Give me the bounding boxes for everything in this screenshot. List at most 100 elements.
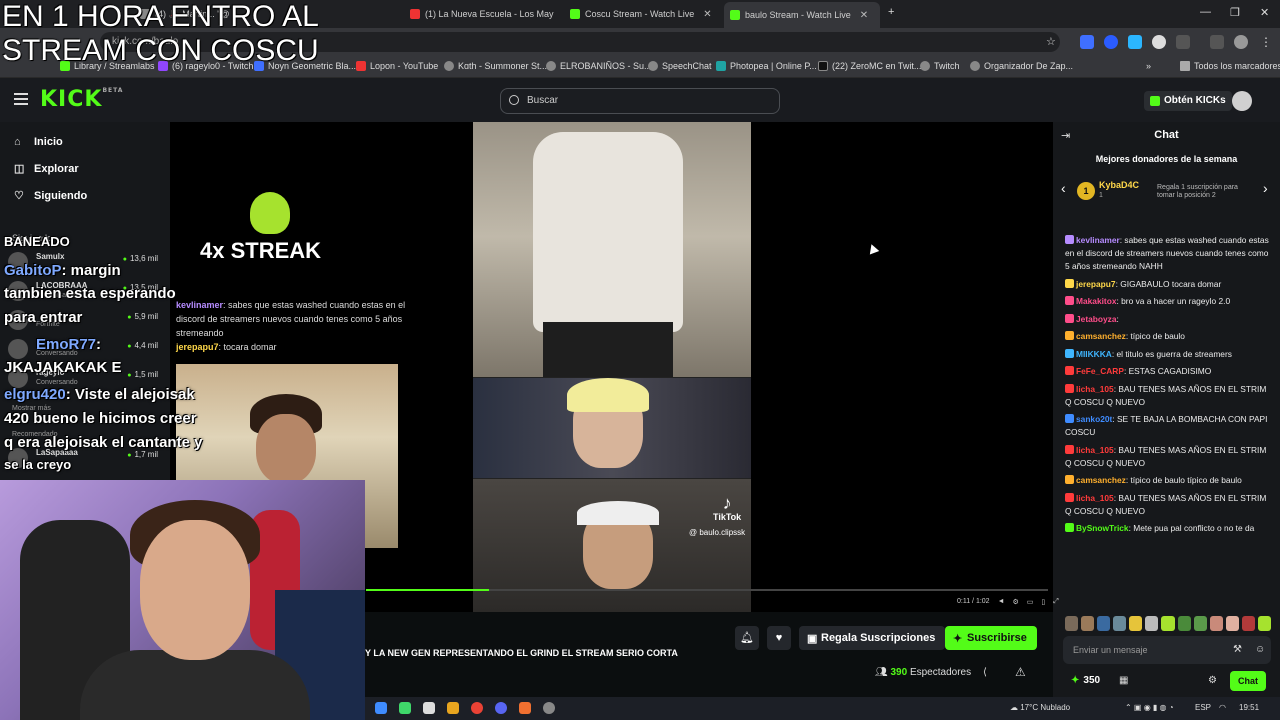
emote-picker-icon[interactable]: ⚒	[1233, 644, 1242, 655]
chat-username[interactable]: camsanchez	[1076, 475, 1126, 485]
media-icon[interactable]	[1210, 35, 1224, 49]
emote-icon[interactable]	[1081, 616, 1095, 631]
chat-username[interactable]: Makakitox	[1076, 296, 1117, 306]
settings-icon[interactable]: ⚙	[1013, 598, 1019, 606]
send-chat-button[interactable]: Chat	[1230, 671, 1266, 691]
bookmark-item[interactable]: (22) ZeroMC en Twit...	[818, 61, 921, 71]
chat-username[interactable]: Jetaboyza	[1076, 314, 1117, 324]
chat-username[interactable]: FeFe_CARP	[1076, 366, 1124, 376]
new-tab-icon[interactable]: +	[888, 6, 894, 18]
taskbar-app-icon[interactable]	[399, 702, 411, 714]
chat-username[interactable]: licha_105	[1076, 445, 1114, 455]
obs-icon[interactable]	[543, 702, 555, 714]
follow-heart-icon[interactable]: ♥	[767, 626, 791, 650]
chat-message-input[interactable]: Enviar un mensaje ⚒ ☺	[1063, 636, 1271, 664]
taskbar-app-icon[interactable]	[447, 702, 459, 714]
bookmarks-overflow-icon[interactable]: »	[1146, 61, 1151, 71]
extension-icon[interactable]	[1080, 35, 1094, 49]
chat-username[interactable]: BySnowTrick	[1076, 523, 1129, 533]
notifications-bell-icon[interactable]: 🔔︎	[735, 626, 759, 650]
chat-username[interactable]: licha_105	[1076, 384, 1114, 394]
volume-icon[interactable]: ◄	[998, 598, 1005, 606]
overlay-chat-text: 420 bueno le hicimos creer	[4, 410, 197, 427]
get-kicks-button[interactable]: Obtén KICKs	[1144, 91, 1232, 111]
extension-icon[interactable]	[1152, 35, 1166, 49]
minimize-icon[interactable]: —	[1200, 6, 1211, 18]
taskbar-app-icon[interactable]	[423, 702, 435, 714]
chat-message: BySnowTrick: Mete pua pal conflicto o no…	[1065, 522, 1271, 535]
discord-icon[interactable]	[495, 702, 507, 714]
all-bookmarks[interactable]: Todos los marcadores	[1180, 61, 1280, 71]
emote-icon[interactable]	[1113, 616, 1127, 631]
gift-icon: ▣	[807, 633, 818, 645]
subscribe-button[interactable]: ✦ Suscribirse	[945, 626, 1037, 650]
share-icon[interactable]: ⟨	[983, 667, 987, 678]
chevron-right-icon[interactable]: ›	[1263, 180, 1268, 196]
emoji-icon[interactable]: ☺	[1255, 644, 1265, 655]
emote-icon[interactable]	[1225, 616, 1239, 631]
emote-icon[interactable]	[1097, 616, 1111, 631]
bookmark-item[interactable]: Kɑth - Summoner St...	[444, 61, 547, 71]
emote-icon[interactable]	[1065, 616, 1079, 631]
user-avatar[interactable]	[1232, 91, 1252, 111]
pip-icon[interactable]: ▭	[1027, 598, 1034, 606]
emote-icon[interactable]	[1257, 616, 1272, 631]
chevron-left-icon[interactable]: ‹	[1061, 180, 1066, 196]
nav-explore[interactable]: ◫ Explorar	[14, 163, 79, 175]
profile-avatar-icon[interactable]	[1234, 35, 1248, 49]
chat-username[interactable]: jerepapu7	[1076, 279, 1116, 289]
emote-icon[interactable]	[1129, 616, 1143, 631]
close-window-icon[interactable]: ✕	[1260, 6, 1269, 19]
gift-subscriptions-button[interactable]: ▣ Regala Suscripciones	[799, 626, 946, 650]
extension-icon[interactable]	[1104, 35, 1118, 49]
close-tab-icon[interactable]: ✕	[703, 9, 711, 20]
menu-hamburger-icon[interactable]	[14, 93, 28, 105]
video-progress-bar[interactable]	[366, 589, 1048, 591]
chat-username[interactable]: MIIKKKA	[1076, 349, 1112, 359]
emote-icon[interactable]	[1177, 616, 1191, 631]
tray-icons[interactable]: ⌃ ▣ ◉ ▮ ◍ ◔	[1125, 703, 1174, 712]
emote-icon[interactable]	[1145, 616, 1159, 631]
bookmark-item[interactable]: Twitch	[920, 61, 960, 71]
chat-username[interactable]: licha_105	[1076, 493, 1114, 503]
chat-settings-icon[interactable]: ⚙	[1208, 675, 1217, 686]
emote-icon[interactable]	[1209, 616, 1223, 631]
extension-icon[interactable]	[1128, 35, 1142, 49]
nav-following[interactable]: ♡ Siguiendo	[14, 190, 87, 202]
browser-tab[interactable]: Coscu Stream - Watch Live ✕	[570, 4, 720, 24]
emote-icon[interactable]	[1193, 616, 1207, 631]
fullscreen-icon[interactable]: ⤢	[1053, 598, 1059, 606]
language-indicator[interactable]: ESP	[1195, 703, 1211, 712]
nav-home[interactable]: ⌂ Inicio	[14, 136, 63, 148]
browser-tab[interactable]: (1) La Nueva Escuela - Los May✕	[410, 4, 560, 24]
kick-logo[interactable]: KICKBETA	[40, 87, 123, 112]
gift-icon[interactable]: ▦	[1119, 675, 1128, 686]
taskbar-app-icon[interactable]	[375, 702, 387, 714]
menu-kebab-icon[interactable]: ⋮	[1260, 35, 1274, 49]
kicks-balance[interactable]: 350	[1071, 675, 1100, 686]
close-tab-icon[interactable]: ✕	[860, 10, 868, 21]
restore-icon[interactable]: ❐	[1230, 6, 1240, 19]
chat-username[interactable]: kevlinamer	[1076, 235, 1120, 245]
bookmark-item[interactable]: SpeechChat	[648, 61, 712, 71]
bookmark-item[interactable]: ELROBANIÑOS - Su...	[546, 61, 652, 71]
bookmark-item[interactable]: Lopon - YouTube	[356, 61, 438, 71]
taskbar-app-icon[interactable]	[519, 702, 531, 714]
browser-tab-active[interactable]: baulo Stream - Watch Live ✕	[724, 2, 880, 28]
theater-icon[interactable]: ▯	[1041, 598, 1045, 606]
donor-name[interactable]: KybaD4C	[1099, 180, 1139, 190]
bookmark-item[interactable]: Photopea | Online P...	[716, 61, 817, 71]
chat-username[interactable]: sanko20t	[1076, 414, 1112, 424]
chat-username[interactable]: camsanchez	[1076, 331, 1126, 341]
search-input[interactable]: Buscar	[500, 88, 780, 114]
emote-icon[interactable]	[1241, 616, 1255, 631]
clock[interactable]: 19:51	[1239, 703, 1259, 712]
report-icon[interactable]: ⚠	[1015, 665, 1026, 679]
wifi-icon[interactable]: ◠	[1219, 703, 1226, 712]
weather[interactable]: ☁ 17°C Nublado	[1010, 703, 1070, 712]
extensions-puzzle-icon[interactable]	[1176, 35, 1190, 49]
chrome-icon[interactable]	[471, 702, 483, 714]
bookmark-star-icon[interactable]: ☆	[1046, 35, 1060, 49]
bookmark-item[interactable]: Organizador De Zap...	[970, 61, 1073, 71]
emote-icon[interactable]	[1161, 616, 1175, 631]
